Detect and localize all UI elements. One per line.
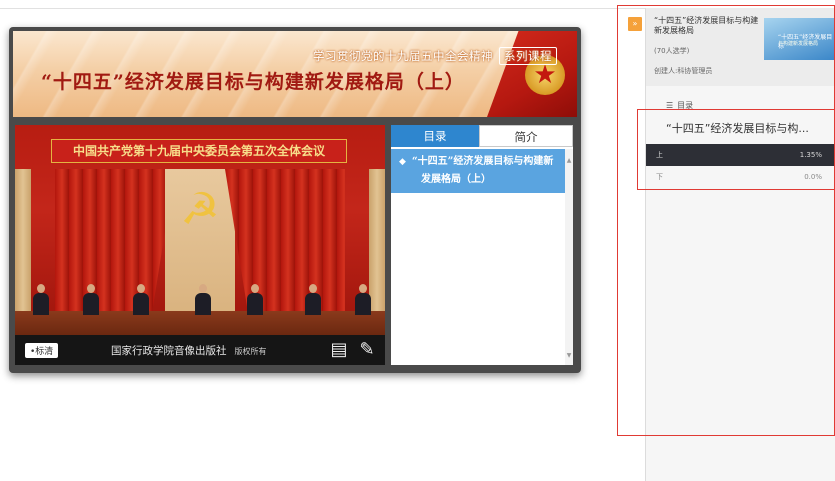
annotation-box-inner: [637, 109, 835, 190]
banner-subtitle: 学习贯彻党的十九届五中全会精神 系列课程: [313, 47, 557, 65]
annotation-box-outer: [617, 5, 835, 436]
toc-item-active[interactable]: ◆ “十四五”经济发展目标与构建新 发展格局（上）: [391, 149, 565, 193]
scroll-down-icon[interactable]: ▼: [565, 352, 573, 359]
notes-icon[interactable]: ▤: [329, 339, 349, 361]
attendee-figure: [305, 284, 321, 315]
attendee-figure: [133, 284, 149, 315]
attendee-figure: [33, 284, 49, 315]
toc-scrollbar[interactable]: ▲ ▼: [565, 149, 573, 365]
course-banner: ★ 学习贯彻党的十九届五中全会精神 系列课程 “十四五”经济发展目标与构建新发展格…: [13, 31, 577, 117]
publisher-text: 国家行政学院音像出版社 版权所有: [111, 345, 267, 357]
video-frame[interactable]: ☭ 中国共产党第十九届中央委员会第五次全体会议: [15, 125, 385, 335]
stage-banner: 中国共产党第十九届中央委员会第五次全体会议: [51, 139, 347, 163]
video-player: ★ 学习贯彻党的十九届五中全会精神 系列课程 “十四五”经济发展目标与构建新发展格…: [9, 27, 581, 373]
attendee-figure: [247, 284, 263, 315]
attendee-figure: [83, 284, 99, 315]
toc-panel: 目录 简介 ◆ “十四五”经济发展目标与构建新 发展格局（上） ▲ ▼: [391, 125, 573, 365]
quality-label[interactable]: •标清: [25, 343, 59, 358]
tab-contents[interactable]: 目录: [391, 125, 479, 147]
banner-title: “十四五”经济发展目标与构建新发展格局（上）: [41, 71, 465, 93]
edit-icon[interactable]: ✎: [357, 339, 377, 361]
tab-intro[interactable]: 简介: [479, 125, 573, 147]
attendee-figure: [195, 284, 211, 315]
toc-tabs: 目录 简介: [391, 125, 573, 147]
series-tag: 系列课程: [499, 47, 557, 65]
video-area[interactable]: ☭ 中国共产党第十九届中央委员会第五次全体会议 •标清 国家行政学院音像出版社版…: [15, 125, 385, 365]
attendee-figure: [355, 284, 371, 315]
hammer-sickle-icon: ☭: [180, 184, 220, 235]
scroll-up-icon[interactable]: ▲: [565, 157, 573, 164]
player-controls: •标清 国家行政学院音像出版社 版权所有 ▤ ✎: [15, 335, 385, 365]
graduation-cap-icon: ◆: [399, 157, 406, 167]
